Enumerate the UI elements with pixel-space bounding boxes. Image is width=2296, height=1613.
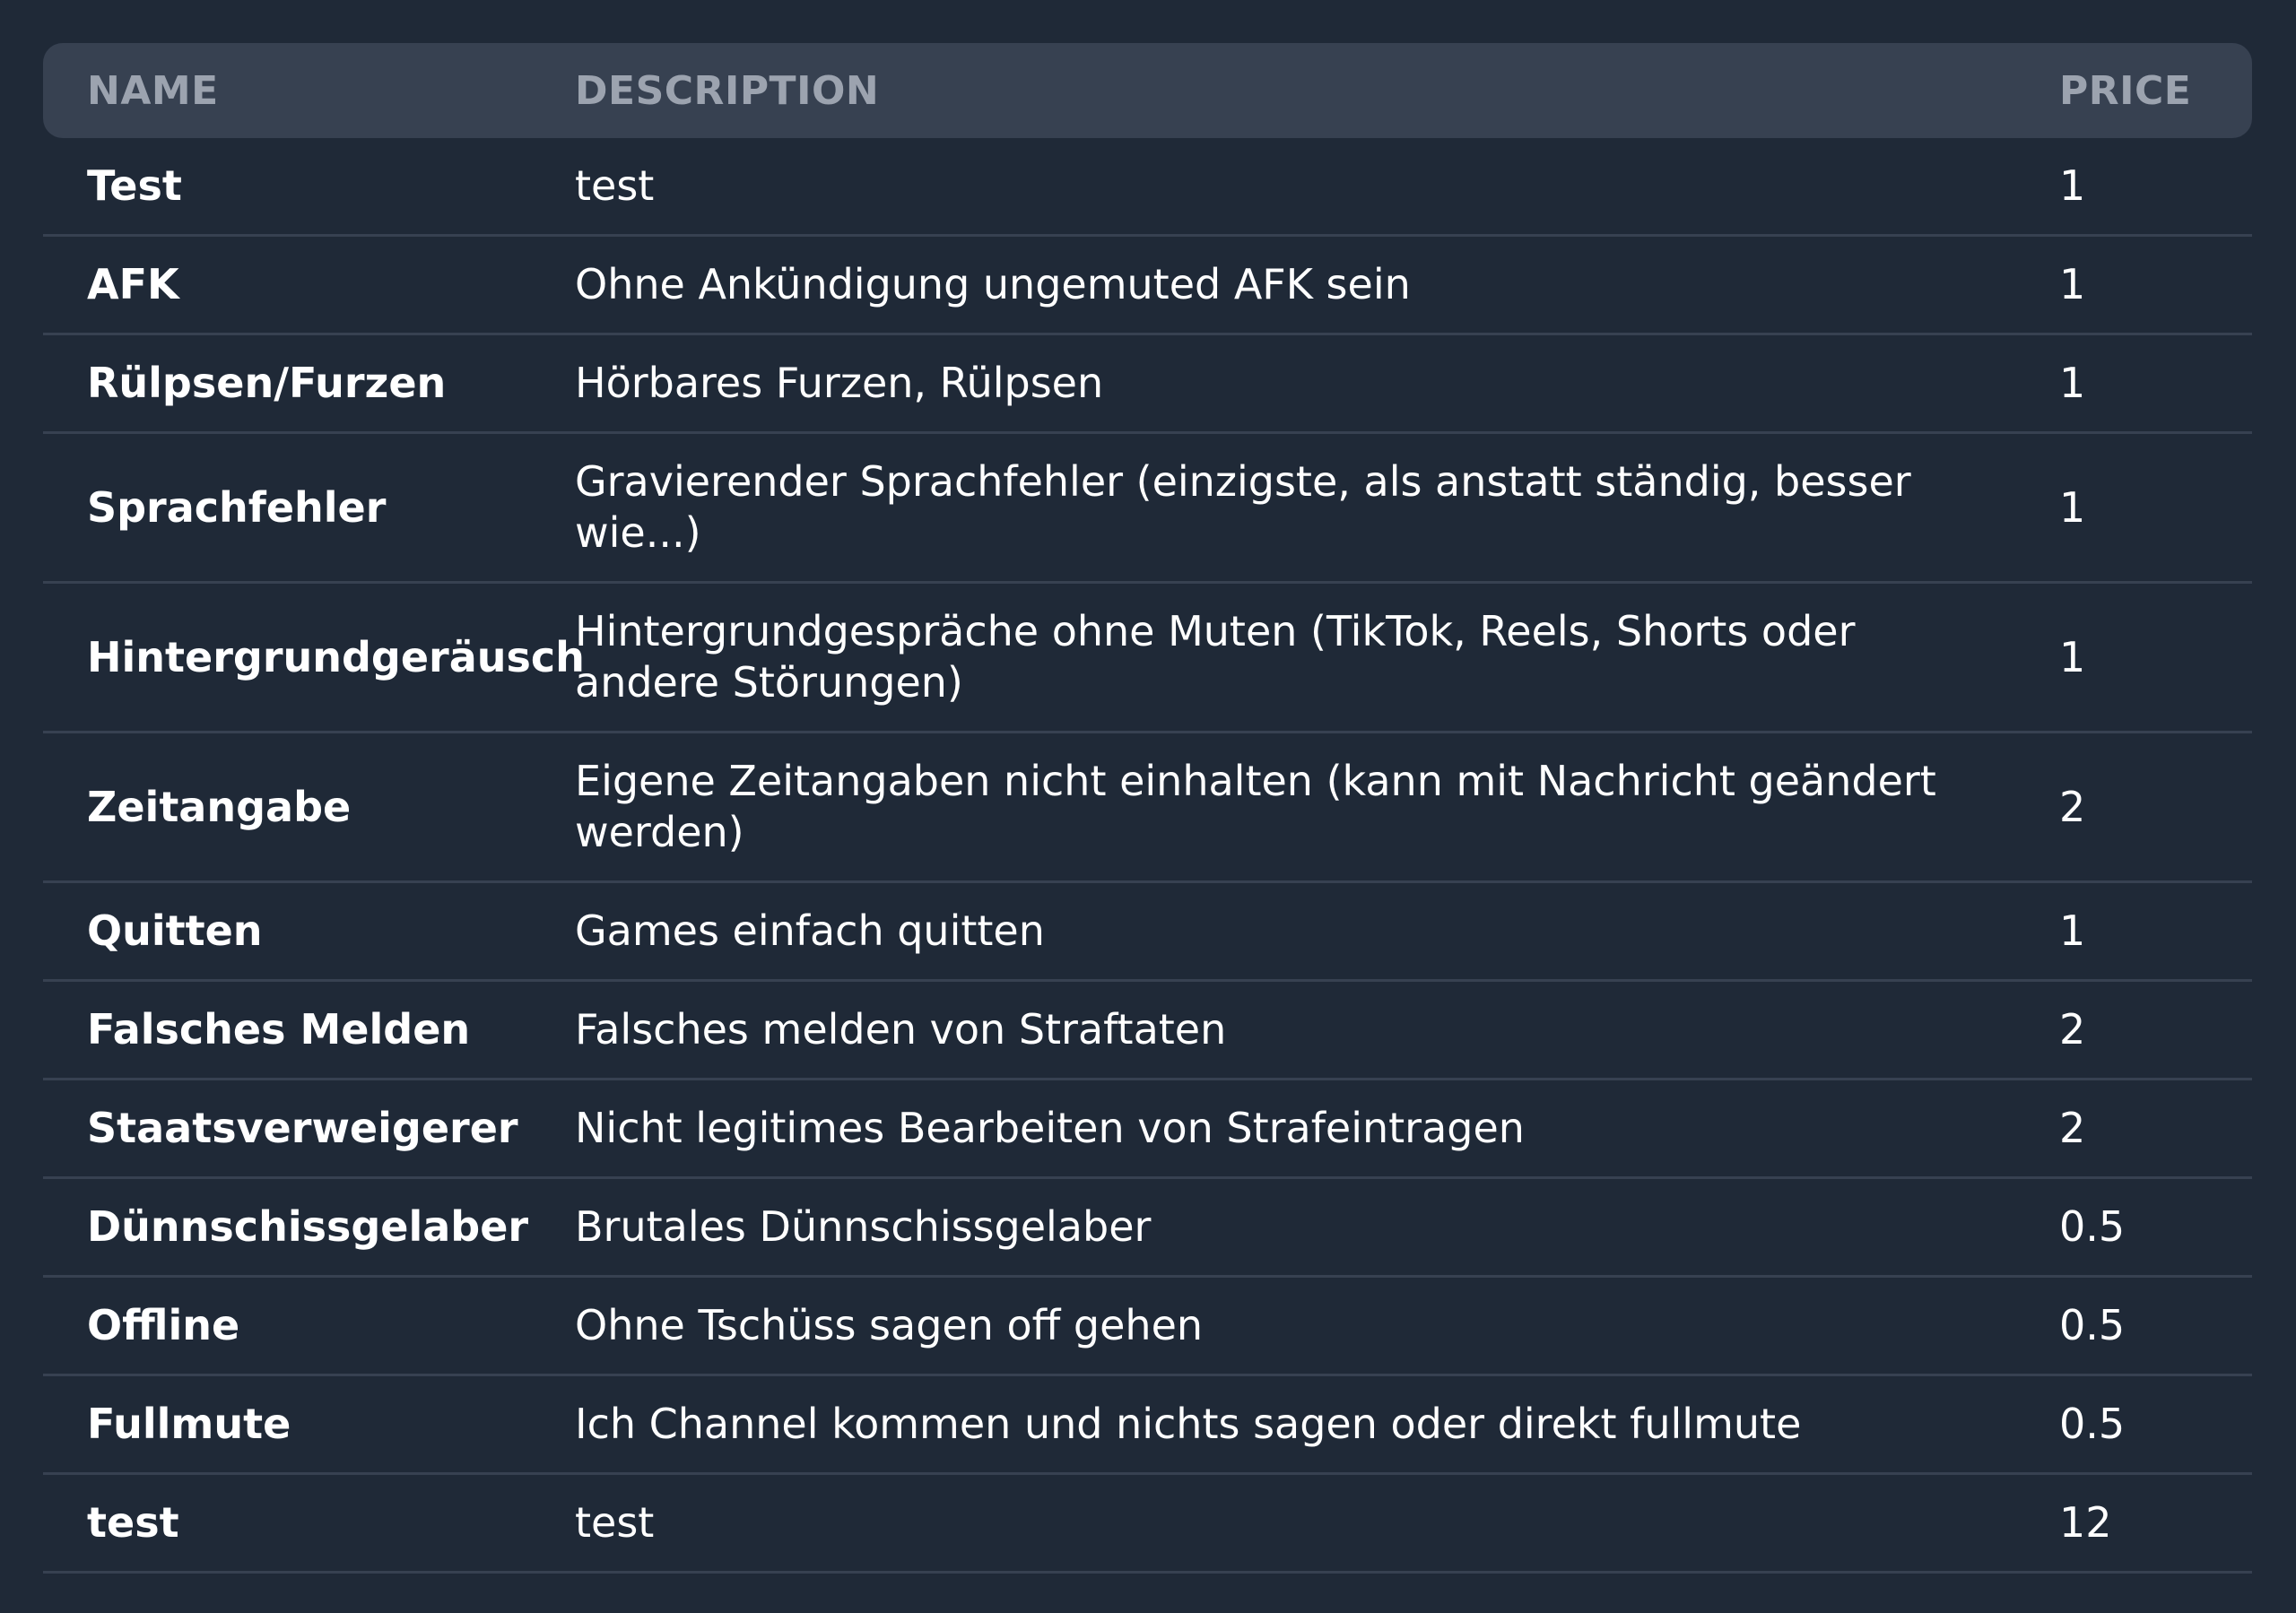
cell-price: 2: [2059, 982, 2252, 1080]
cell-name: Quitten: [43, 883, 575, 982]
table-row[interactable]: Rülpsen/Furzen Hörbares Furzen, Rülpsen …: [43, 335, 2252, 434]
cell-description: Hintergrundgespräche ohne Muten (TikTok,…: [575, 584, 2059, 733]
cell-description: Ohne Tschüss sagen off gehen: [575, 1278, 2059, 1376]
column-header-name[interactable]: NAME: [43, 43, 575, 138]
cell-price: 1: [2059, 138, 2252, 237]
table-header: NAME DESCRIPTION PRICE: [43, 43, 2252, 138]
cell-description: Ich Channel kommen und nichts sagen oder…: [575, 1376, 2059, 1475]
cell-description: Brutales Dünnschissgelaber: [575, 1179, 2059, 1278]
cell-price: 1: [2059, 237, 2252, 335]
cell-price: 1: [2059, 584, 2252, 733]
cell-name: Rülpsen/Furzen: [43, 335, 575, 434]
cell-description: Nicht legitimes Bearbeiten von Strafeint…: [575, 1080, 2059, 1179]
cell-description: Falsches melden von Straftaten: [575, 982, 2059, 1080]
cell-price: 0.5: [2059, 1376, 2252, 1475]
cell-description: test: [575, 138, 2059, 237]
cell-description: Hörbares Furzen, Rülpsen: [575, 335, 2059, 434]
table-row[interactable]: Offline Ohne Tschüss sagen off gehen 0.5: [43, 1278, 2252, 1376]
table-row[interactable]: Hintergrundgeräusch Hintergrundgespräche…: [43, 584, 2252, 733]
cell-name: Staatsverweigerer: [43, 1080, 575, 1179]
cell-description: Gravierender Sprachfehler (einzigste, al…: [575, 434, 2059, 584]
cell-name: Fullmute: [43, 1376, 575, 1475]
table-row[interactable]: Sprachfehler Gravierender Sprachfehler (…: [43, 434, 2252, 584]
cell-price: 1: [2059, 335, 2252, 434]
cell-name: Offline: [43, 1278, 575, 1376]
table-row[interactable]: Test test 1: [43, 138, 2252, 237]
table-header-row: NAME DESCRIPTION PRICE: [43, 43, 2252, 138]
cell-name: Dünnschissgelaber: [43, 1179, 575, 1278]
cell-name: Sprachfehler: [43, 434, 575, 584]
table-row[interactable]: test test 12: [43, 1475, 2252, 1574]
table-row[interactable]: Quitten Games einfach quitten 1: [43, 883, 2252, 982]
cell-description: Ohne Ankündigung ungemuted AFK sein: [575, 237, 2059, 335]
cell-price: 2: [2059, 1080, 2252, 1179]
table-row[interactable]: Fullmute Ich Channel kommen und nichts s…: [43, 1376, 2252, 1475]
cell-name: Falsches Melden: [43, 982, 575, 1080]
cell-price: 1: [2059, 434, 2252, 584]
cell-name: Zeitangabe: [43, 733, 575, 883]
cell-name: test: [43, 1475, 575, 1574]
punishment-table: NAME DESCRIPTION PRICE Test test 1 AFK O…: [43, 43, 2252, 1574]
table-row[interactable]: Staatsverweigerer Nicht legitimes Bearbe…: [43, 1080, 2252, 1179]
cell-price: 1: [2059, 883, 2252, 982]
table-body: Test test 1 AFK Ohne Ankündigung ungemut…: [43, 138, 2252, 1574]
cell-price: 0.5: [2059, 1179, 2252, 1278]
cell-description: Eigene Zeitangaben nicht einhalten (kann…: [575, 733, 2059, 883]
table-row[interactable]: Falsches Melden Falsches melden von Stra…: [43, 982, 2252, 1080]
cell-price: 2: [2059, 733, 2252, 883]
cell-name: Test: [43, 138, 575, 237]
column-header-description[interactable]: DESCRIPTION: [575, 43, 2059, 138]
table-row[interactable]: AFK Ohne Ankündigung ungemuted AFK sein …: [43, 237, 2252, 335]
cell-name: Hintergrundgeräusch: [43, 584, 585, 733]
column-header-price[interactable]: PRICE: [2059, 43, 2252, 138]
cell-price: 12: [2059, 1475, 2252, 1574]
table-row[interactable]: Dünnschissgelaber Brutales Dünnschissgel…: [43, 1179, 2252, 1278]
table-row[interactable]: Zeitangabe Eigene Zeitangaben nicht einh…: [43, 733, 2252, 883]
cell-name: AFK: [43, 237, 575, 335]
cell-description: Games einfach quitten: [575, 883, 2059, 982]
punishment-table-container: NAME DESCRIPTION PRICE Test test 1 AFK O…: [43, 43, 2252, 1574]
cell-price: 0.5: [2059, 1278, 2252, 1376]
cell-description: test: [575, 1475, 2059, 1574]
